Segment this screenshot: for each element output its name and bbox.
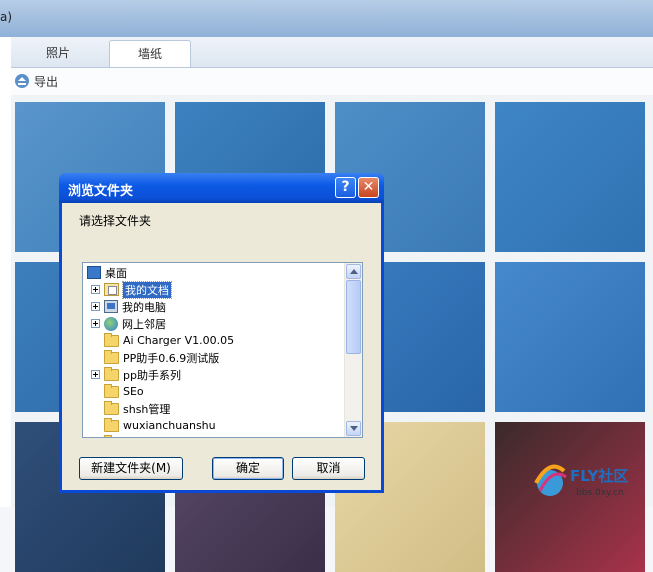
- watermark-site: bbs.0xy.cn: [576, 488, 624, 498]
- tree-node-label: wuxianchuanshu: [123, 419, 216, 432]
- export-button[interactable]: 导出: [15, 72, 58, 90]
- app-title-fragment: a): [0, 10, 13, 24]
- tab-wallpaper[interactable]: 墙纸: [109, 40, 191, 67]
- tree-node[interactable]: 我的电脑: [91, 298, 166, 315]
- desktop-icon: [87, 266, 101, 279]
- close-button[interactable]: ✕: [358, 177, 379, 198]
- ok-button[interactable]: 确定: [212, 457, 284, 480]
- tree-node[interactable]: wuxianchuanshu: [91, 417, 216, 434]
- folder-icon: [104, 434, 119, 437]
- wallpaper-thumbnail[interactable]: [495, 102, 645, 252]
- expand-plus-icon[interactable]: [91, 319, 100, 328]
- tree-node-label: 我的文档: [122, 280, 172, 299]
- tree-scrollbar[interactable]: [344, 263, 362, 437]
- expand-plus-icon[interactable]: [91, 285, 100, 294]
- tree-node-label: PP助手0.6.9测试版: [123, 351, 220, 365]
- tree-node[interactable]: 常用美化工具: [91, 434, 189, 438]
- folder-tree[interactable]: 桌面 我的文档 我的电脑网上邻居 Ai Charger V1.00.05 PP助手0.6…: [82, 262, 363, 438]
- dialog-title: 浏览文件夹: [68, 184, 134, 199]
- network-icon: [104, 316, 118, 331]
- folder-icon: [104, 366, 119, 381]
- eject-icon: [15, 74, 29, 88]
- tree-node[interactable]: 桌面: [87, 264, 127, 281]
- tree-node[interactable]: PP助手0.6.9测试版: [91, 349, 219, 366]
- fly-community-watermark: FLY社区 bbs.0xy.cn: [534, 464, 628, 498]
- tree-node-label: 桌面: [105, 266, 127, 280]
- new-folder-button[interactable]: 新建文件夹(M): [79, 457, 183, 480]
- cancel-button[interactable]: 取消: [292, 457, 365, 480]
- tree-node[interactable]: SEo: [91, 383, 144, 400]
- expand-plus-icon[interactable]: [91, 302, 100, 311]
- my-documents-icon: [104, 283, 119, 296]
- scroll-thumb[interactable]: [346, 280, 361, 354]
- folder-icon: [104, 417, 119, 432]
- tree-node-label: 网上邻居: [122, 317, 166, 331]
- tree-node-label: Ai Charger V1.00.05: [123, 334, 235, 347]
- tree-node[interactable]: 我的文档: [91, 280, 172, 299]
- tree-node-label: SEo: [123, 385, 144, 398]
- scroll-up-button[interactable]: [346, 264, 361, 279]
- folder-icon: [104, 400, 119, 415]
- tree-node[interactable]: pp助手系列: [91, 366, 181, 383]
- app-title-bar: a): [0, 0, 653, 37]
- folder-icon: [104, 383, 119, 398]
- tree-node-label: shsh管理: [123, 402, 171, 416]
- tree-node[interactable]: 网上邻居: [91, 315, 166, 332]
- help-button[interactable]: ?: [335, 177, 356, 198]
- expand-plus-icon[interactable]: [91, 370, 100, 379]
- browse-folder-dialog: 浏览文件夹 ? ✕ 请选择文件夹 桌面 我的文档 我的电脑网上邻居 Ai Charge…: [59, 173, 384, 493]
- my-computer-icon: [104, 300, 118, 313]
- wallpaper-thumbnail[interactable]: [495, 262, 645, 412]
- tree-node[interactable]: shsh管理: [91, 400, 170, 417]
- tree-node-label: pp助手系列: [123, 368, 181, 382]
- tab-bar: 照片 墙纸: [11, 37, 653, 68]
- tree-node-label: 常用美化工具: [123, 435, 189, 438]
- folder-icon: [104, 349, 119, 364]
- toolbar: 导出: [11, 68, 653, 96]
- scroll-down-button[interactable]: [346, 421, 361, 436]
- folder-icon: [104, 332, 119, 347]
- export-label: 导出: [34, 74, 59, 89]
- watermark-brand: FLY社区: [570, 467, 628, 485]
- tree-node-label: 我的电脑: [122, 300, 166, 314]
- dialog-title-bar: 浏览文件夹 ? ✕: [59, 173, 384, 203]
- tab-photos[interactable]: 照片: [17, 40, 99, 67]
- dialog-prompt: 请选择文件夹: [79, 214, 152, 228]
- tree-node[interactable]: Ai Charger V1.00.05: [91, 332, 234, 349]
